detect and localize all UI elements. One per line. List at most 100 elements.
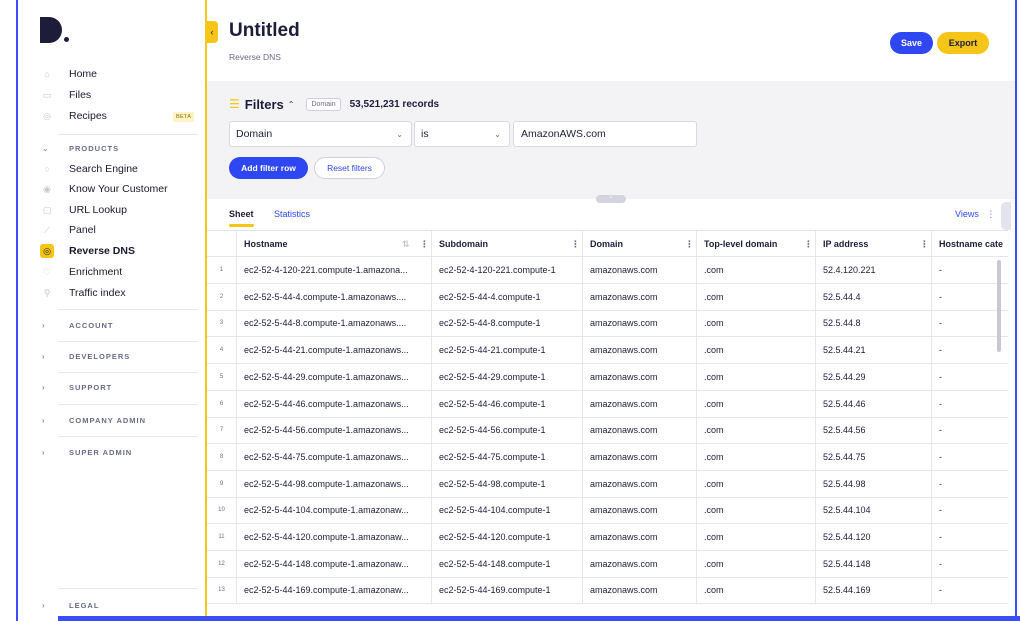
table-header-row: Hostname ⋮ ⇅ Subdomain ⋮ Domain ⋮ Top-level dom… bbox=[207, 231, 1008, 257]
table-cell: ec2-52-5-44-46.compute-1 bbox=[432, 390, 583, 417]
page-title[interactable]: Untitled bbox=[229, 20, 300, 42]
table-cell: ec2-52-5-44-148.compute-1.amazonaw... bbox=[237, 550, 432, 577]
column-header[interactable]: Top-level domain ⋮ bbox=[697, 231, 816, 256]
side-panel-toggle[interactable] bbox=[1001, 202, 1011, 230]
kebab-menu-icon[interactable]: ⋮ bbox=[571, 239, 580, 250]
results-table: Hostname ⋮ ⇅ Subdomain ⋮ Domain ⋮ Top-level dom… bbox=[207, 230, 1008, 616]
table-cell: 52.5.44.148 bbox=[816, 550, 932, 577]
sidebar-item-know-your-customer[interactable]: ◉ Know Your Customer bbox=[42, 181, 168, 197]
products-section-toggle[interactable]: ⌄ PRODUCTS bbox=[42, 141, 119, 155]
chevron-up-icon[interactable]: ⌃ bbox=[288, 100, 295, 109]
sidebar-item-recipes[interactable]: ◎ Recipes bbox=[42, 108, 107, 124]
sidebar-item-enrichment[interactable]: ♡ Enrichment bbox=[42, 264, 122, 280]
collapse-sidebar-button[interactable]: ‹ bbox=[206, 21, 218, 43]
sidebar-item-traffic-index[interactable]: ⚲ Traffic index bbox=[42, 285, 126, 301]
support-section-toggle[interactable]: › SUPPORT bbox=[42, 380, 112, 394]
table-cell: amazonaws.com bbox=[583, 470, 697, 497]
add-filter-row-button[interactable]: Add filter row bbox=[229, 157, 308, 179]
table-row[interactable]: 9 ec2-52-5-44-98.compute-1.amazonaws... ec… bbox=[207, 470, 1008, 498]
table-cell: 52.4.120.221 bbox=[816, 257, 932, 283]
table-row[interactable]: 13 ec2-52-5-44-169.compute-1.amazonaw... e… bbox=[207, 577, 1008, 605]
sidebar-item-label: Panel bbox=[69, 224, 96, 236]
page-subtitle: Reverse DNS bbox=[229, 52, 281, 62]
sort-icon[interactable]: ⇅ bbox=[402, 239, 410, 250]
kebab-menu-icon[interactable]: ⋮ bbox=[920, 239, 929, 250]
chevron-right-icon: › bbox=[42, 600, 46, 610]
row-index: 8 bbox=[207, 443, 237, 470]
table-cell: amazonaws.com bbox=[583, 497, 697, 524]
kebab-menu-icon[interactable]: ⋮ bbox=[420, 239, 429, 250]
table-cell: 52.5.44.120 bbox=[816, 524, 932, 550]
table-cell: ec2-52-4-120-221.compute-1 bbox=[432, 257, 583, 283]
tab-statistics[interactable]: Statistics bbox=[274, 209, 310, 219]
table-cell: - bbox=[932, 497, 1008, 523]
table-cell: .com bbox=[697, 550, 816, 577]
filters-label[interactable]: Filters bbox=[245, 97, 284, 112]
table-row[interactable]: 7 ec2-52-5-44-56.compute-1.amazonaws... ec… bbox=[207, 417, 1008, 445]
section-label: COMPANY ADMIN bbox=[69, 415, 147, 425]
company-admin-section-toggle[interactable]: › COMPANY ADMIN bbox=[42, 413, 146, 427]
table-row[interactable]: 3 ec2-52-5-44-8.compute-1.amazonaws.... ec… bbox=[207, 310, 1008, 338]
table-cell: amazonaws.com bbox=[583, 283, 697, 310]
filter-operator-select[interactable]: is ⌄ bbox=[414, 121, 510, 147]
table-cell: amazonaws.com bbox=[583, 257, 697, 283]
column-header[interactable]: Domain ⋮ bbox=[583, 231, 697, 256]
export-button[interactable]: Export bbox=[937, 32, 989, 54]
legal-section-toggle[interactable]: › LEGAL bbox=[42, 598, 99, 612]
recipe-icon: ◎ bbox=[43, 110, 51, 121]
home-icon: ⌂ bbox=[44, 69, 50, 79]
tab-sheet[interactable]: Sheet bbox=[229, 209, 254, 219]
column-header[interactable]: IP address ⋮ bbox=[816, 231, 932, 256]
row-index: 6 bbox=[207, 390, 237, 417]
sidebar-item-url-lookup[interactable]: ▢ URL Lookup bbox=[42, 202, 127, 218]
column-header[interactable]: Hostname cate bbox=[932, 231, 1008, 256]
row-index: 11 bbox=[207, 524, 237, 550]
sidebar-rule bbox=[58, 436, 198, 437]
table-cell: amazonaws.com bbox=[583, 337, 697, 364]
table-row[interactable]: 1 ec2-52-4-120-221.compute-1.amazona... ec… bbox=[207, 257, 1008, 284]
column-header[interactable]: Hostname ⋮ ⇅ bbox=[237, 231, 432, 256]
table-cell: 52.5.44.75 bbox=[816, 443, 932, 470]
table-row[interactable]: 5 ec2-52-5-44-29.compute-1.amazonaws... ec… bbox=[207, 363, 1008, 391]
table-cell: .com bbox=[697, 310, 816, 337]
table-cell: .com bbox=[697, 363, 816, 390]
sidebar-item-reverse-dns[interactable]: ◎ Reverse DNS bbox=[40, 243, 135, 259]
kebab-menu-icon[interactable]: ⋮ bbox=[804, 239, 813, 250]
active-tab-indicator bbox=[229, 224, 254, 227]
panel-resize-handle[interactable]: ⌃ bbox=[596, 195, 626, 203]
table-row[interactable]: 6 ec2-52-5-44-46.compute-1.amazonaws... ec… bbox=[207, 390, 1008, 418]
table-row[interactable]: 8 ec2-52-5-44-75.compute-1.amazonaws... ec… bbox=[207, 443, 1008, 471]
account-section-toggle[interactable]: › ACCOUNT bbox=[42, 318, 114, 332]
reset-filters-button[interactable]: Reset filters bbox=[314, 157, 385, 179]
developers-section-toggle[interactable]: › DEVELOPERS bbox=[42, 349, 130, 363]
table-row[interactable]: 12 ec2-52-5-44-148.compute-1.amazonaw... e… bbox=[207, 550, 1008, 578]
filter-value-input[interactable]: AmazonAWS.com bbox=[513, 121, 697, 147]
column-header[interactable]: Subdomain ⋮ bbox=[432, 231, 583, 256]
sidebar-item-files[interactable]: ▭ Files bbox=[42, 87, 91, 103]
sidebar-item-home[interactable]: ⌂ Home bbox=[42, 66, 97, 82]
chevron-right-icon: › bbox=[42, 351, 46, 361]
table-row[interactable]: 2 ec2-52-5-44-4.compute-1.amazonaws.... ec… bbox=[207, 283, 1008, 311]
filter-field-select[interactable]: Domain ⌄ bbox=[229, 121, 412, 147]
column-header-label: Domain bbox=[590, 238, 624, 249]
table-cell: 52.5.44.104 bbox=[816, 497, 932, 524]
filters-header[interactable]: ☰ Filters ⌃ Domain 53,521,231 records bbox=[229, 96, 439, 112]
table-row[interactable]: 10 ec2-52-5-44-104.compute-1.amazonaw... e… bbox=[207, 497, 1008, 525]
scrollbar-thumb[interactable] bbox=[997, 260, 1001, 352]
table-row[interactable]: 4 ec2-52-5-44-21.compute-1.amazonaws... ec… bbox=[207, 337, 1008, 365]
sidebar-item-label: Files bbox=[69, 89, 92, 101]
column-header-label: Hostname cate bbox=[939, 238, 1004, 249]
views-button[interactable]: Views ⋮ bbox=[955, 209, 995, 220]
sidebar-item-label: Know Your Customer bbox=[69, 183, 168, 195]
super-admin-section-toggle[interactable]: › SUPER ADMIN bbox=[42, 445, 132, 459]
section-label: DEVELOPERS bbox=[69, 351, 131, 361]
save-button[interactable]: Save bbox=[890, 32, 933, 54]
sidebar-item-label: Search Engine bbox=[69, 163, 138, 175]
table-row[interactable]: 11 ec2-52-5-44-120.compute-1.amazonaw... e… bbox=[207, 524, 1008, 551]
row-index: 10 bbox=[207, 497, 237, 524]
kebab-menu-icon[interactable]: ⋮ bbox=[685, 239, 694, 250]
sidebar-item-panel[interactable]: ⟋ Panel bbox=[42, 222, 96, 238]
sidebar-item-search-engine[interactable]: ○ Search Engine bbox=[42, 161, 138, 177]
app-logo[interactable] bbox=[40, 17, 70, 43]
table-cell: ec2-52-5-44-21.compute-1.amazonaws... bbox=[237, 337, 432, 364]
